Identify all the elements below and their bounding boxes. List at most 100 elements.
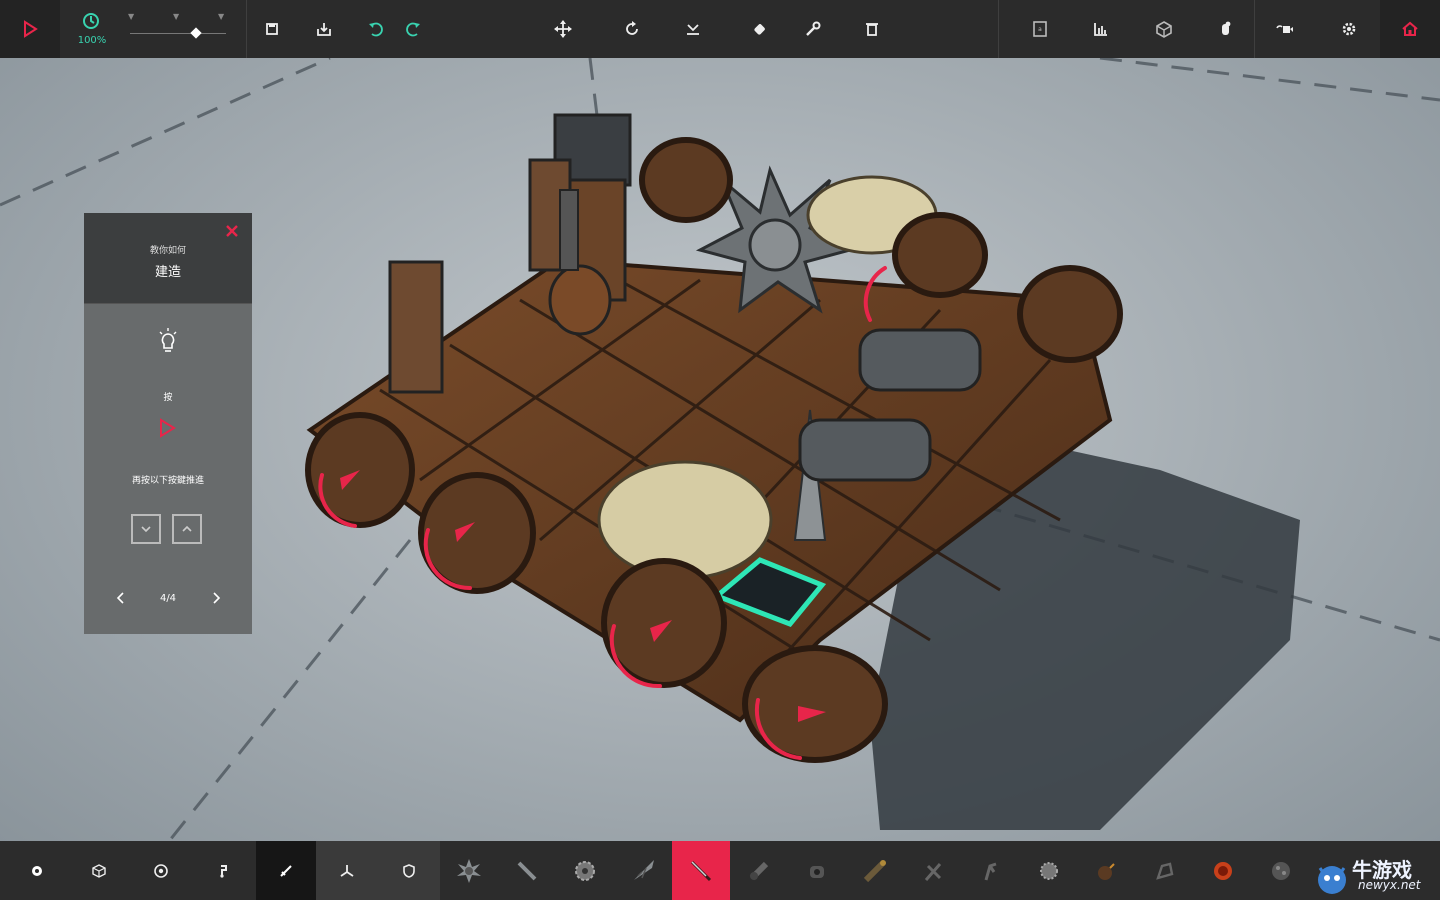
home-button[interactable]	[1380, 0, 1440, 58]
wrench-icon	[806, 21, 821, 36]
wheel[interactable]	[1017, 265, 1123, 363]
stats-icon	[1094, 23, 1107, 36]
slider-notch-icon: ▼	[128, 12, 135, 21]
block-cannon[interactable]	[730, 841, 788, 900]
tutorial-panel: 教你如何 建造 按 再按以下按鍵推進 4/4	[84, 213, 252, 634]
flamethrower-icon	[863, 859, 886, 882]
block-vacuum[interactable]	[1136, 841, 1194, 900]
slider-notch-icon: ▼	[218, 12, 225, 21]
category-mechanical[interactable]	[130, 841, 192, 900]
keybinds-icon: a	[1033, 21, 1047, 37]
timescale-button[interactable]: 100%	[62, 0, 122, 58]
toolbar-divider	[998, 0, 999, 58]
eraser-icon	[754, 24, 765, 35]
wheel[interactable]	[892, 212, 988, 298]
tutorial-next-button[interactable]	[206, 588, 226, 608]
block-grabber[interactable]	[962, 841, 1020, 900]
blade-icon	[690, 860, 712, 881]
shield-icon	[403, 863, 415, 878]
block-spinning-blade[interactable]	[556, 841, 614, 900]
slider-knob[interactable]	[190, 27, 202, 39]
block-spike[interactable]	[498, 841, 556, 900]
toolbar-divider	[246, 0, 247, 58]
tutorial-title: 建造	[154, 265, 181, 280]
svg-text:a: a	[1038, 26, 1042, 33]
category-utility[interactable]	[378, 841, 440, 900]
redo-icon	[406, 22, 420, 37]
timescale-icon	[83, 13, 99, 29]
view-icon	[1156, 21, 1172, 38]
view-mode-button[interactable]	[1142, 0, 1186, 58]
bomb-icon	[1098, 862, 1115, 880]
tutorial-body: 按 再按以下按鍵推進 4/4	[84, 304, 252, 634]
tutorial-header: 教你如何 建造	[84, 213, 252, 304]
chevron-up-icon	[182, 525, 192, 532]
block-drill[interactable]	[614, 841, 672, 900]
category-blocks[interactable]	[68, 841, 130, 900]
block-fireball[interactable]	[1194, 841, 1252, 900]
circular-saw-icon	[575, 860, 595, 881]
save-button[interactable]	[250, 0, 294, 58]
category-basic[interactable]	[6, 841, 68, 900]
delete-button[interactable]	[850, 0, 894, 58]
gear-icon	[32, 865, 42, 876]
spiked-mine-icon	[1040, 861, 1058, 880]
block-shrapnel-cannon[interactable]	[788, 841, 846, 900]
block-bar	[0, 841, 1440, 900]
watermark-logo-icon	[1318, 866, 1346, 894]
camera-icon	[1276, 25, 1293, 33]
block-crossbow[interactable]	[904, 841, 962, 900]
block-sword[interactable]	[672, 841, 730, 900]
propeller-icon	[220, 864, 227, 878]
chevron-right-icon	[213, 592, 221, 604]
rotate-tool-button[interactable]	[610, 0, 654, 58]
flip-icon	[687, 24, 699, 35]
stats-button[interactable]	[1079, 0, 1123, 58]
play-icon	[24, 20, 38, 38]
lightbulb-icon	[159, 328, 177, 352]
toolbar-divider	[1254, 0, 1255, 58]
undo-icon	[369, 22, 383, 37]
chevron-down-icon	[141, 526, 151, 533]
settings-button[interactable]	[1327, 0, 1371, 58]
watermark-url: newyx.net	[1358, 878, 1421, 892]
keybinds-button[interactable]: a	[1018, 0, 1062, 58]
block-flamethrower[interactable]	[846, 841, 904, 900]
camera-button[interactable]	[1262, 0, 1306, 58]
crossbow-icon	[924, 862, 942, 881]
block-bomb[interactable]	[1078, 841, 1136, 900]
block-grenade[interactable]	[1020, 841, 1078, 900]
cannon-icon	[749, 861, 769, 880]
slider-notch-icon: ▼	[173, 12, 180, 21]
fireball-icon	[1214, 861, 1232, 880]
center-of-mass-button[interactable]	[1203, 0, 1247, 58]
category-flight[interactable]	[192, 841, 254, 900]
translate-icon	[554, 20, 572, 38]
spike-ball-icon	[457, 858, 481, 883]
shrapnel-cannon-icon	[810, 865, 824, 878]
watermark: 牛游戏 newyx.net	[1300, 854, 1440, 900]
timescale-slider[interactable]: ▼ ▼ ▼	[128, 8, 228, 50]
category-weaponry[interactable]	[256, 841, 316, 900]
wheel[interactable]	[639, 137, 733, 223]
undo-button[interactable]	[353, 0, 397, 58]
flip-tool-button[interactable]	[671, 0, 715, 58]
translate-tool-button[interactable]	[541, 0, 585, 58]
eraser-tool-button[interactable]	[738, 0, 782, 58]
slider-track	[130, 33, 226, 34]
load-button[interactable]	[302, 0, 346, 58]
spike-icon	[517, 861, 537, 880]
category-armour[interactable]	[316, 841, 378, 900]
modify-tool-button[interactable]	[791, 0, 835, 58]
home-icon	[1402, 21, 1418, 36]
top-toolbar: 100% ▼ ▼ ▼ a	[0, 0, 1440, 58]
grabber-icon	[984, 862, 997, 880]
wheel[interactable]	[742, 645, 888, 763]
play-simulation-button[interactable]	[0, 0, 60, 58]
redo-button[interactable]	[392, 0, 436, 58]
close-icon[interactable]	[224, 223, 240, 239]
save-icon	[266, 23, 278, 35]
drill-icon	[634, 859, 654, 880]
block-spike-ball[interactable]	[440, 841, 498, 900]
play-icon	[160, 418, 176, 438]
